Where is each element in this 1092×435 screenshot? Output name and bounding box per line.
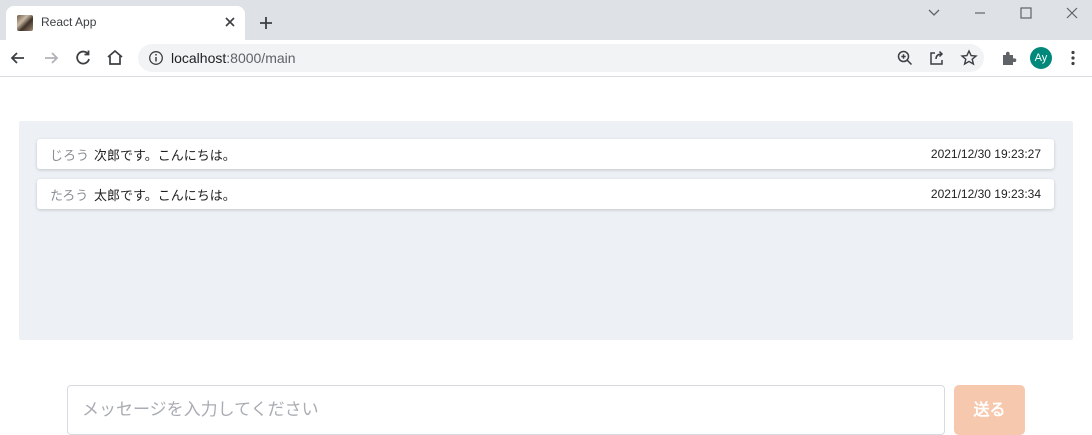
close-window-icon[interactable]	[1063, 4, 1081, 22]
zoom-icon[interactable]	[895, 48, 915, 68]
message-item: じろう 次郎です。こんにちは。 2021/12/30 19:23:27	[37, 139, 1054, 169]
send-button[interactable]: 送る	[954, 385, 1025, 435]
message-text: 太郎です。こんにちは。	[94, 189, 236, 204]
close-tab-icon[interactable]	[222, 14, 238, 30]
tab-search-chevron-icon[interactable]	[925, 4, 943, 22]
browser-tab-strip: React App	[0, 0, 1092, 40]
message-list: じろう 次郎です。こんにちは。 2021/12/30 19:23:27 たろう …	[19, 121, 1073, 340]
back-arrow-icon[interactable]	[8, 48, 28, 68]
message-text: 次郎です。こんにちは。	[94, 149, 236, 164]
new-tab-icon[interactable]	[257, 14, 275, 32]
message-input-wrapper[interactable]	[67, 385, 945, 435]
bookmark-star-icon[interactable]	[959, 48, 979, 68]
share-icon[interactable]	[927, 48, 947, 68]
menu-kebab-icon[interactable]	[1063, 48, 1083, 68]
browser-tab[interactable]: React App	[6, 6, 245, 40]
browser-toolbar: localhost:8000/main Ay	[0, 40, 1092, 77]
message-timestamp: 2021/12/30 19:23:34	[930, 187, 1041, 201]
profile-avatar[interactable]: Ay	[1030, 47, 1052, 69]
message-sender: じろう	[50, 149, 90, 164]
maximize-icon[interactable]	[1017, 4, 1035, 22]
message-sender: たろう	[50, 189, 89, 204]
home-icon[interactable]	[105, 48, 125, 68]
message-item: たろう 太郎です。こんにちは。 2021/12/30 19:23:34	[37, 179, 1054, 209]
message-timestamp: 2021/12/30 19:23:27	[930, 147, 1041, 161]
extensions-puzzle-icon[interactable]	[999, 48, 1019, 68]
address-bar[interactable]: localhost:8000/main	[138, 44, 984, 72]
forward-arrow-icon[interactable]	[41, 48, 61, 68]
tab-title: React App	[41, 15, 97, 29]
url-text: localhost:8000/main	[171, 50, 296, 66]
minimize-icon[interactable]	[971, 4, 989, 22]
info-icon[interactable]	[148, 50, 164, 66]
reload-icon[interactable]	[73, 48, 93, 68]
favicon-icon	[17, 15, 33, 31]
message-input[interactable]	[80, 394, 934, 426]
